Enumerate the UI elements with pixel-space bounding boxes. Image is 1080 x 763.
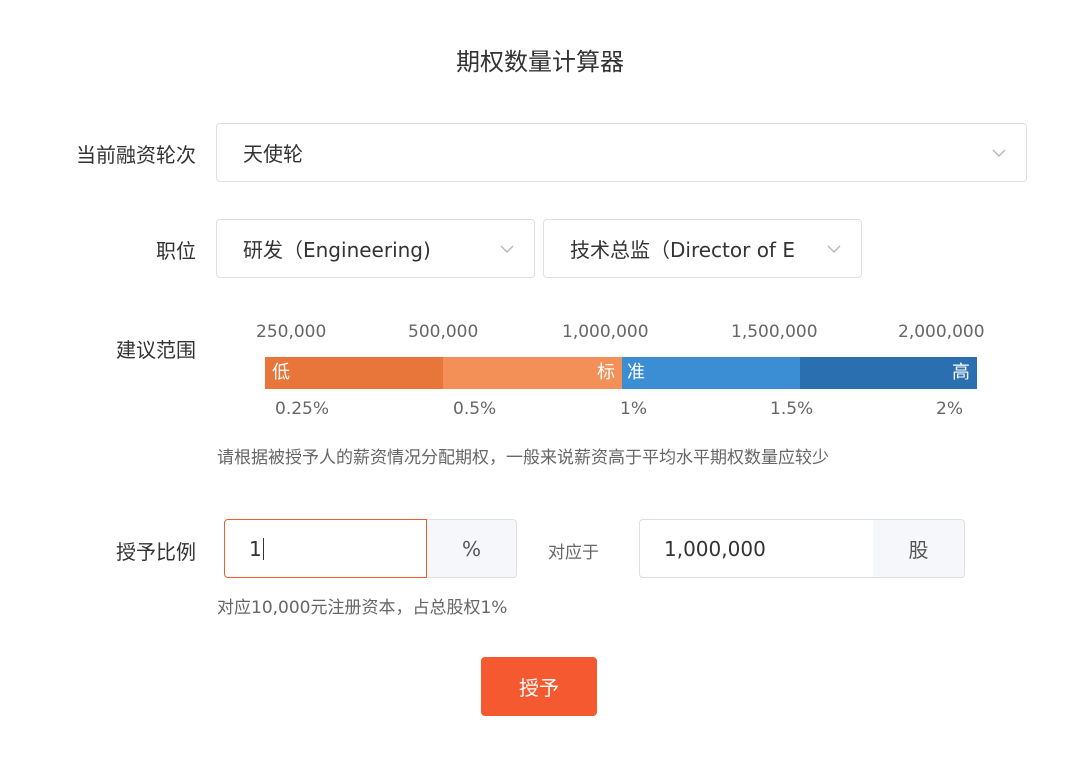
range-label: 建议范围	[116, 338, 196, 362]
grant-note: 对应10,000元注册资本，占总股权1%	[217, 598, 508, 618]
range-bar: 低 标 准 高	[265, 357, 977, 389]
chevron-down-icon	[827, 245, 841, 253]
shares-unit: 股	[873, 519, 965, 578]
grant-ratio-unit: %	[427, 519, 517, 578]
position-label: 职位	[156, 239, 196, 263]
shares-tick: 250,000	[256, 322, 327, 342]
round-select[interactable]: 天使轮	[216, 123, 1027, 182]
range-bar-low-label: 低	[272, 362, 290, 383]
percent-tick: 0.5%	[453, 399, 497, 419]
percent-tick: 1%	[620, 399, 647, 419]
role-select-value: 技术总监（Director of E	[570, 238, 795, 262]
shares-input[interactable]: 1,000,000	[639, 519, 873, 578]
shares-tick: 1,000,000	[562, 322, 649, 342]
grant-ratio-label: 授予比例	[116, 540, 196, 564]
shares-tick: 500,000	[408, 322, 479, 342]
percent-tick: 1.5%	[770, 399, 814, 419]
round-label: 当前融资轮次	[76, 143, 196, 167]
percent-tick: 0.25%	[275, 399, 330, 419]
range-bar-high-label: 高	[952, 362, 970, 383]
department-select[interactable]: 研发（Engineering)	[216, 219, 535, 278]
range-bar-standard-low-segment: 标	[443, 357, 622, 389]
round-select-value: 天使轮	[243, 142, 303, 166]
range-bar-standard-high-segment: 准	[622, 357, 800, 389]
shares-input-value: 1,000,000	[664, 536, 766, 561]
grant-ratio-input[interactable]: 1	[224, 519, 427, 578]
shares-tick: 1,500,000	[731, 322, 818, 342]
percent-tick: 2%	[936, 399, 963, 419]
chevron-down-icon	[500, 245, 514, 253]
chevron-down-icon	[992, 149, 1006, 157]
department-select-value: 研发（Engineering)	[243, 238, 431, 262]
grant-ratio-input-value: 1	[249, 536, 262, 561]
range-bar-high-segment: 高	[800, 357, 977, 389]
range-bar-standard-left-label: 标	[597, 362, 615, 383]
shares-tick: 2,000,000	[898, 322, 985, 342]
corresponds-label: 对应于	[548, 543, 599, 563]
range-bar-low-segment: 低	[265, 357, 443, 389]
role-select[interactable]: 技术总监（Director of E	[543, 219, 862, 278]
range-bar-standard-right-label: 准	[627, 362, 645, 383]
text-caret	[262, 537, 265, 560]
grant-button[interactable]: 授予	[481, 657, 597, 716]
page-title: 期权数量计算器	[456, 48, 624, 76]
range-hint: 请根据被授予人的薪资情况分配期权，一般来说薪资高于平均水平期权数量应较少	[217, 448, 829, 468]
